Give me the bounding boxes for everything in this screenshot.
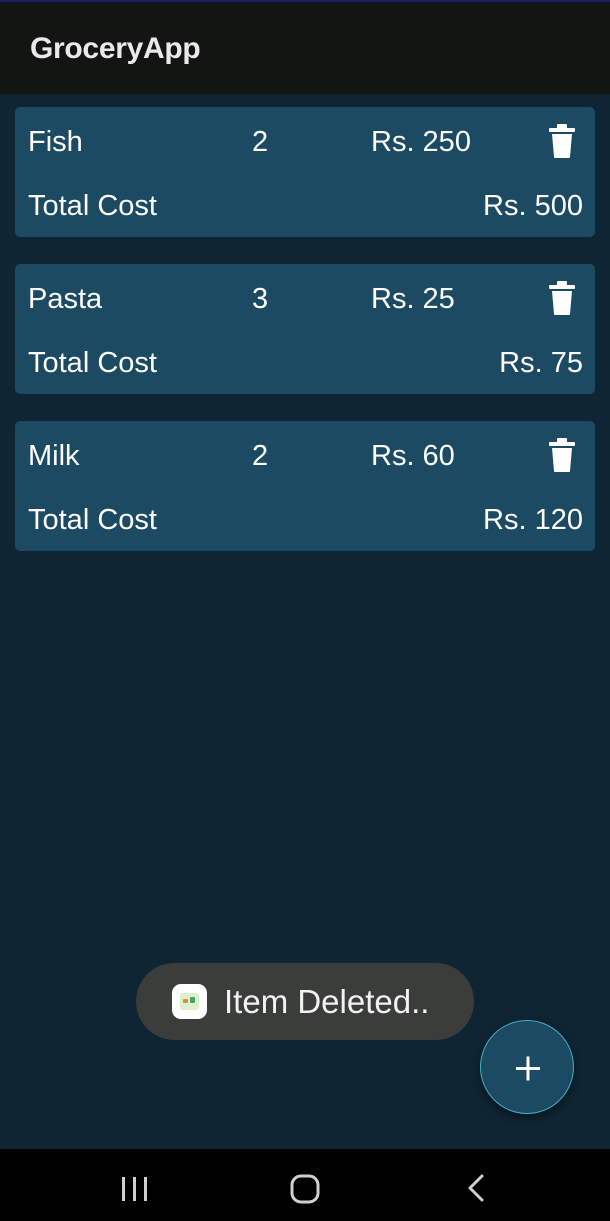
delete-button[interactable] (547, 437, 577, 473)
back-icon (468, 1174, 484, 1202)
grocery-item-card: Pasta 3 Rs. 25 Total Cost Rs. 75 (15, 264, 595, 394)
item-quantity: 2 (252, 440, 269, 472)
trash-icon (549, 281, 575, 315)
add-item-button[interactable] (480, 1020, 574, 1114)
total-cost-value: Rs. 75 (499, 347, 583, 379)
plus-icon (516, 1056, 540, 1081)
trash-icon (549, 438, 575, 472)
toast-text: Item Deleted.. (224, 983, 430, 1020)
item-name: Fish (28, 126, 83, 158)
total-cost-label: Total Cost (28, 504, 157, 536)
total-cost-label: Total Cost (28, 190, 157, 222)
app-icon (172, 984, 207, 1019)
home-button[interactable] (265, 1149, 345, 1221)
delete-button[interactable] (547, 280, 577, 316)
recents-icon (122, 1177, 147, 1201)
home-icon (290, 1174, 320, 1204)
item-name: Pasta (28, 283, 103, 315)
grocery-item-card: Milk 2 Rs. 60 Total Cost Rs. 120 (15, 421, 595, 551)
item-name: Milk (28, 440, 80, 472)
item-quantity: 2 (252, 126, 269, 158)
system-navigation-bar (0, 1149, 610, 1221)
grocery-list: Fish 2 Rs. 250 Total Cost Rs. 500 Pasta … (15, 107, 595, 578)
recents-button[interactable] (95, 1149, 175, 1221)
trash-icon (549, 124, 575, 158)
app-screen: GroceryApp Fish 2 Rs. 250 Total Cost Rs.… (0, 0, 610, 1221)
item-price: Rs. 60 (371, 440, 455, 472)
item-price: Rs. 250 (371, 126, 471, 158)
total-cost-value: Rs. 500 (483, 190, 583, 222)
item-quantity: 3 (252, 283, 269, 315)
grocery-item-card: Fish 2 Rs. 250 Total Cost Rs. 500 (15, 107, 595, 237)
back-button[interactable] (435, 1149, 515, 1221)
total-cost-value: Rs. 120 (483, 504, 583, 536)
item-price: Rs. 25 (371, 283, 455, 315)
app-title: GroceryApp (30, 32, 201, 65)
toast-message: Item Deleted.. (136, 963, 474, 1040)
app-bar: GroceryApp (0, 0, 610, 94)
total-cost-label: Total Cost (28, 347, 157, 379)
delete-button[interactable] (547, 123, 577, 159)
